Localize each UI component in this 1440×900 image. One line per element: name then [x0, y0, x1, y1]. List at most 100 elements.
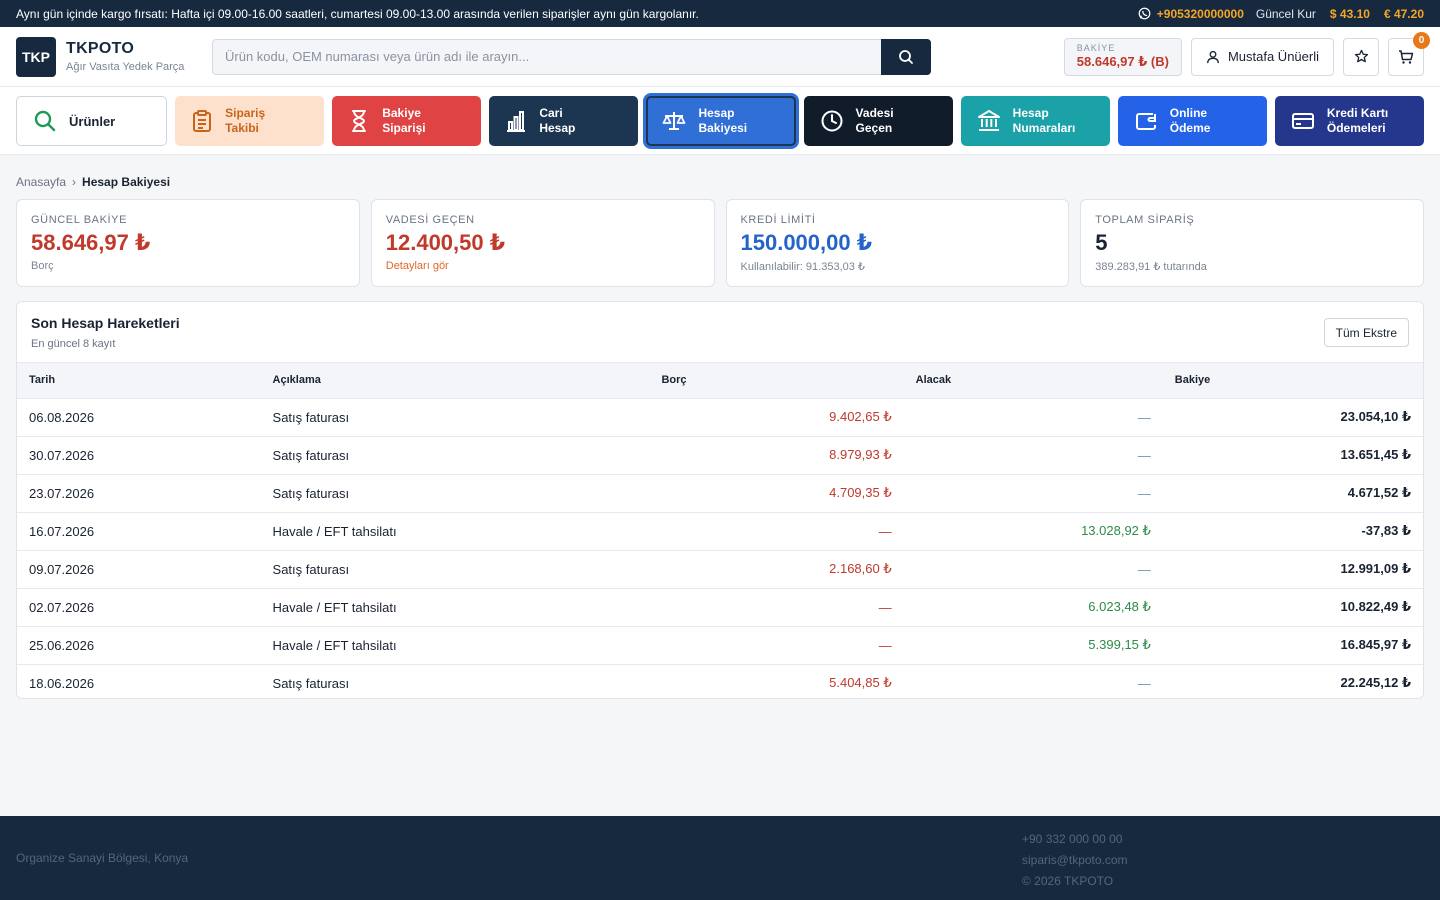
cell-date: 18.06.2026	[29, 675, 95, 691]
search-button[interactable]	[881, 38, 931, 75]
cell-date: 06.08.2026	[17, 398, 261, 437]
brand[interactable]: TKPOTO Ağır Vasıta Yedek Parça	[66, 40, 206, 73]
nav-online-payment[interactable]: Online Ödeme	[1117, 96, 1267, 146]
nav-balance-order-label: Bakiye Siparişi	[382, 106, 426, 135]
transactions-subtitle: En güncel 8 kayıt	[31, 338, 116, 350]
search-input[interactable]	[212, 38, 881, 75]
quick-nav: Ürünler Sipariş Takibi Bakiye Siparişi C…	[0, 87, 1440, 155]
nav-order-tracking[interactable]: Sipariş Takibi	[175, 96, 325, 146]
balance-value: 58.646,97 ₺ (B)	[1076, 54, 1169, 69]
card-label: KREDİ LİMİTİ	[740, 214, 816, 226]
table-row: 18.06.2026 Satış faturası 5.404,85 ₺ — 22.24…	[17, 664, 1423, 698]
cell-balance: 22.245,12 ₺	[1340, 675, 1412, 691]
col-credit: Alacak	[903, 363, 1163, 399]
cell-credit: —	[903, 474, 1163, 513]
breadcrumb-home[interactable]: Anasayfa	[16, 175, 66, 189]
cell-debit: —	[649, 626, 904, 665]
user-menu-button[interactable]: Mustafa Ünüerli	[1190, 37, 1334, 76]
cell-debit: 2.168,60 ₺	[649, 550, 904, 589]
balance-summary[interactable]: BAKİYE 58.646,97 ₺ (B)	[1063, 37, 1182, 76]
card-current-balance: GÜNCEL BAKİYE 58.646,97 ₺ Borç	[16, 199, 360, 287]
nav-overdue[interactable]: Vadesi Geçen	[803, 96, 953, 146]
nav-order-tracking-label: Sipariş Takibi	[225, 106, 266, 135]
nav-balance-order[interactable]: Bakiye Siparişi	[332, 96, 482, 146]
card-credit-limit: KREDİ LİMİTİ 150.000,00 ₺ Kullanılabilir…	[725, 199, 1070, 287]
transactions-title: Son Hesap Hareketleri	[31, 315, 180, 331]
search-icon	[34, 110, 56, 132]
cart-button[interactable]: 0	[1388, 31, 1430, 76]
summary-cards: GÜNCEL BAKİYE 58.646,97 ₺ Borç VADESİ GE…	[0, 193, 1440, 287]
breadcrumb-current: Hesap Bakiyesi	[82, 174, 171, 189]
transactions-table: Tarih Açıklama Borç Alacak Bakiye 06.08.…	[17, 363, 1423, 698]
table-row: 30.07.2026 Satış faturası 8.979,93 ₺ —13.65…	[17, 436, 1423, 475]
cell-description: Satış faturası	[260, 398, 650, 437]
breadcrumb: Anasayfa › Hesap Bakiyesi	[0, 155, 1440, 193]
cell-debit: —	[649, 588, 904, 627]
footer-email[interactable]: siparis@tkpoto.com	[1022, 850, 1128, 871]
usd-rate: $ 43.10	[1329, 6, 1370, 21]
cell-balance: 4.671,52 ₺	[1162, 474, 1423, 513]
search-icon	[899, 49, 913, 64]
whatsapp-icon[interactable]	[1138, 7, 1151, 20]
nav-overdue-label: Vadesi Geçen	[855, 106, 894, 135]
table-body: 06.08.2026 Satış faturası 9.402,65 ₺ —23.05…	[17, 398, 1423, 698]
card-label: VADESİ GEÇEN	[385, 214, 475, 226]
footer-phone[interactable]: +90 332 000 00 00	[1022, 829, 1128, 850]
cell-credit: 13.028,92 ₺	[903, 512, 1163, 551]
scale-icon	[663, 112, 686, 130]
transactions-header: Son Hesap Hareketleri En güncel 8 kayıt …	[17, 302, 1423, 363]
cell-credit: 5.399,15 ₺	[903, 626, 1163, 665]
phone-link[interactable]: +905320000000	[1157, 7, 1244, 21]
card-subtext: Borç	[31, 260, 54, 272]
card-label: TOPLAM SİPARİŞ	[1095, 214, 1195, 226]
cell-debit: —	[649, 512, 904, 551]
cell-date: 16.07.2026	[17, 512, 261, 551]
favorites-button[interactable]	[1343, 37, 1379, 76]
nav-products[interactable]: Ürünler	[16, 96, 168, 146]
star-icon	[1354, 49, 1368, 63]
cell-balance: 16.845,97 ₺	[1162, 626, 1423, 665]
cell-description: Satış faturası	[260, 474, 650, 513]
card-value: 58.646,97 ₺	[31, 230, 151, 255]
balance-label: BAKİYE	[1076, 43, 1116, 53]
user-name: Mustafa Ünüerli	[1227, 49, 1319, 64]
cell-debit: 4.709,35 ₺	[649, 474, 904, 513]
cell-balance: 10.822,49 ₺	[1162, 588, 1423, 627]
cell-credit: —	[903, 436, 1163, 475]
cell-description: Havale / EFT tahsilatı	[260, 588, 650, 627]
cell-balance: 13.651,45 ₺	[1162, 436, 1423, 475]
cart-icon	[1399, 49, 1414, 64]
nav-current-account[interactable]: Cari Hesap	[489, 96, 639, 146]
credit-card-icon	[1291, 113, 1314, 129]
cell-description: Satış faturası	[272, 675, 350, 691]
header: TKP TKPOTO Ağır Vasıta Yedek Parça BAKİY…	[0, 27, 1440, 87]
overdue-details-link[interactable]: Detayları gör	[386, 260, 700, 272]
table-row: 06.08.2026 Satış faturası 9.402,65 ₺ —23.05…	[17, 398, 1423, 437]
cell-balance: -37,83 ₺	[1162, 512, 1423, 551]
transactions-panel: Son Hesap Hareketleri En güncel 8 kayıt …	[16, 301, 1424, 699]
promo-text: Aynı gün içinde kargo fırsatı: Hafta içi…	[16, 6, 699, 21]
footer-contact: +90 332 000 00 00 siparis@tkpoto.com © 2…	[1022, 829, 1128, 892]
nav-credit-card-payments[interactable]: Kredi Kartı Ödemeleri	[1274, 96, 1424, 146]
cell-description: Havale / EFT tahsilatı	[260, 626, 650, 665]
cell-date: 30.07.2026	[17, 436, 261, 475]
search-bar	[212, 38, 931, 75]
cell-date: 02.07.2026	[17, 588, 261, 627]
col-description: Açıklama	[260, 363, 650, 399]
logo[interactable]: TKP	[16, 36, 56, 77]
cell-balance: 12.991,09 ₺	[1162, 550, 1423, 589]
clock-icon	[821, 110, 843, 132]
brand-name: TKPOTO	[66, 40, 135, 57]
footer: Organize Sanayi Bölgesi, Konya +90 332 0…	[0, 816, 1440, 900]
cell-credit: 6.023,48 ₺	[903, 588, 1163, 627]
clipboard-icon	[193, 110, 212, 132]
nav-account-numbers[interactable]: Hesap Numaraları	[960, 96, 1110, 146]
hourglass-icon	[352, 110, 367, 132]
table-row: 16.07.2026 Havale / EFT tahsilatı —13.028,…	[17, 512, 1423, 551]
card-total-orders: TOPLAM SİPARİŞ 5 389.283,91 ₺ tutarında	[1080, 199, 1424, 287]
nav-account-balance[interactable]: Hesap Bakiyesi	[646, 96, 796, 146]
cell-balance: 23.054,10 ₺	[1162, 398, 1423, 437]
full-statement-button[interactable]: Tüm Ekstre	[1323, 318, 1409, 347]
nav-account-numbers-label: Hesap Numaraları	[1012, 106, 1076, 135]
bank-icon	[977, 110, 1000, 131]
